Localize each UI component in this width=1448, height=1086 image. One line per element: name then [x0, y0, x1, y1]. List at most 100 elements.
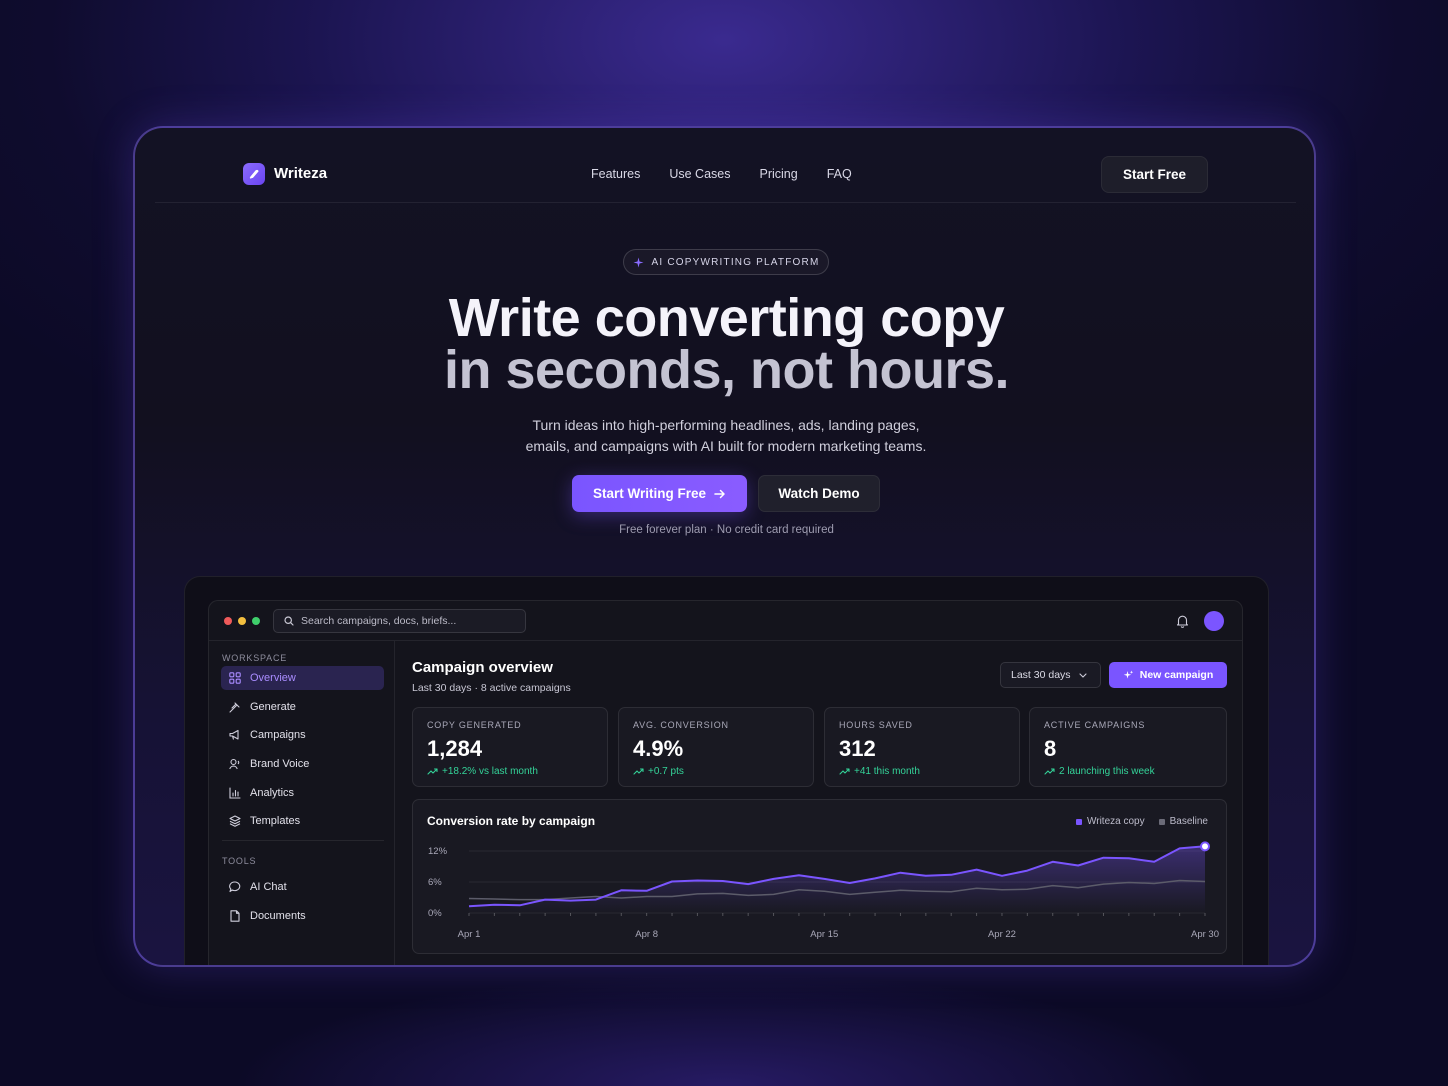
sidebar-item-overview[interactable]: Overview	[221, 666, 384, 690]
sidebar-divider	[222, 840, 384, 841]
hero-badge-label: AI COPYWRITING PLATFORM	[651, 256, 820, 268]
arrow-right-icon	[714, 489, 725, 498]
brand-name[interactable]: Writeza	[274, 165, 327, 182]
stat-label: AVG. CONVERSION	[633, 720, 729, 730]
avatar[interactable]	[1204, 611, 1224, 631]
x-tick-label: Apr 15	[810, 929, 838, 940]
new-campaign-button[interactable]: New campaign	[1109, 662, 1227, 688]
sidebar-item-label: Templates	[250, 815, 301, 827]
search-input[interactable]: Search campaigns, docs, briefs...	[273, 609, 526, 633]
stat-value: 8	[1044, 736, 1057, 761]
nav-links: Features Use Cases Pricing FAQ	[591, 167, 881, 181]
stat-card-hours-saved: HOURS SAVED 312 +41 this month	[824, 707, 1020, 787]
sidebar-item-label: Campaigns	[250, 729, 306, 741]
x-tick-label: Apr 8	[635, 929, 658, 940]
sidebar-item-brand-voice[interactable]: Brand Voice	[221, 752, 384, 776]
conversion-line-chart: 12% 6% 0% Apr 1 Apr 8 Apr 15 Apr 22 Apr 30	[428, 841, 1219, 940]
hero-subtitle: Turn ideas into high-performing headline…	[476, 415, 976, 457]
sidebar-item-analytics[interactable]: Analytics	[221, 781, 384, 805]
search-placeholder: Search campaigns, docs, briefs...	[301, 615, 457, 627]
trend-up-icon	[1044, 768, 1055, 775]
writeza-area	[469, 846, 1205, 913]
document-icon	[230, 910, 240, 922]
y-tick-label: 0%	[428, 908, 442, 919]
sidebar-item-label: Overview	[250, 672, 296, 684]
sidebar-item-templates[interactable]: Templates	[221, 809, 384, 833]
sidebar-item-generate[interactable]: Generate	[221, 695, 384, 719]
stat-delta: 2 launching this week	[1044, 766, 1155, 777]
chevron-down-icon	[1078, 672, 1087, 678]
x-tick-label: Apr 22	[988, 929, 1016, 940]
watch-demo-button[interactable]: Watch Demo	[758, 475, 880, 512]
start-writing-free-label: Start Writing Free	[592, 486, 707, 501]
app-main: Campaign overview Last 30 days · 8 activ…	[396, 641, 1242, 965]
date-range-select[interactable]: Last 30 days	[1000, 662, 1101, 688]
top-nav: Writeza Features Use Cases Pricing FAQ S…	[155, 128, 1296, 203]
chat-icon	[229, 881, 241, 893]
sidebar-item-label: Brand Voice	[250, 758, 310, 770]
conversion-chart-card: Conversion rate by campaign Writeza copy…	[412, 799, 1227, 954]
stat-value: 4.9%	[633, 736, 684, 761]
y-tick-label: 6%	[428, 877, 442, 888]
search-icon	[284, 616, 294, 626]
dashboard-preview: Search campaigns, docs, briefs... WORKSP…	[208, 600, 1243, 965]
window-close-dot[interactable]	[224, 617, 232, 625]
stat-value: 312	[839, 736, 876, 761]
writeza-last-point	[1200, 841, 1210, 852]
sidebar-item-label: AI Chat	[250, 881, 287, 893]
workspace-heading: WORKSPACE	[222, 653, 288, 663]
sparkle-icon	[1123, 670, 1133, 679]
start-writing-free-button[interactable]: Start Writing Free	[572, 475, 747, 512]
stat-delta: +41 this month	[839, 766, 920, 777]
sidebar-item-documents[interactable]: Documents	[221, 904, 384, 928]
sidebar-item-label: Analytics	[250, 787, 295, 799]
nav-link-use-cases[interactable]: Use Cases	[669, 167, 730, 181]
overview-title: Campaign overview	[412, 659, 553, 676]
stat-card-avg-conversion: AVG. CONVERSION 4.9% +0.7 pts	[618, 707, 814, 787]
bell-icon[interactable]	[1176, 614, 1189, 628]
new-campaign-label: New campaign	[1139, 669, 1214, 681]
sidebar-item-label: Documents	[250, 910, 306, 922]
trend-up-icon	[633, 768, 644, 775]
hero-badge: AI COPYWRITING PLATFORM	[623, 249, 829, 275]
stat-label: COPY GENERATED	[427, 720, 522, 730]
sparkle-icon	[633, 257, 643, 267]
megaphone-icon	[229, 729, 239, 740]
hero-subtitle-line-1: Turn ideas into high-performing headline…	[532, 417, 920, 433]
start-free-button[interactable]: Start Free	[1101, 156, 1208, 193]
layers-icon	[229, 815, 241, 827]
stat-delta-text: +0.7 pts	[648, 766, 684, 777]
stat-delta: +0.7 pts	[633, 766, 684, 777]
stat-delta: +18.2% vs last month	[427, 766, 538, 777]
stat-label: HOURS SAVED	[839, 720, 913, 730]
sidebar-item-ai-chat[interactable]: AI Chat	[221, 875, 384, 899]
window-minimize-dot[interactable]	[238, 617, 246, 625]
nav-link-faq[interactable]: FAQ	[827, 167, 852, 181]
bar-chart-icon	[229, 787, 241, 799]
hero-note: Free forever plan · No credit card requi…	[619, 524, 834, 536]
stat-delta-text: +41 this month	[854, 766, 920, 777]
grid-icon	[229, 672, 241, 684]
trend-up-icon	[839, 768, 850, 775]
wand-icon	[229, 702, 240, 713]
nav-link-pricing[interactable]: Pricing	[759, 167, 797, 181]
window-maximize-dot[interactable]	[252, 617, 260, 625]
sidebar-item-campaigns[interactable]: Campaigns	[221, 723, 384, 747]
nav-link-features[interactable]: Features	[591, 167, 640, 181]
stat-card-active-campaigns: ACTIVE CAMPAIGNS 8 2 launching this week	[1029, 707, 1227, 787]
y-tick-label: 12%	[428, 846, 448, 857]
brand-logo-icon[interactable]	[243, 163, 265, 185]
hero-title: Write converting copy in seconds, not ho…	[135, 288, 1314, 400]
stat-card-copy-generated: COPY GENERATED 1,284 +18.2% vs last mont…	[412, 707, 608, 787]
overview-subtitle: Last 30 days · 8 active campaigns	[412, 682, 571, 694]
hero-subtitle-line-2: emails, and campaigns with AI built for …	[525, 438, 927, 454]
trend-up-icon	[427, 768, 438, 775]
tools-heading: TOOLS	[222, 856, 257, 866]
stat-delta-text: +18.2% vs last month	[442, 766, 538, 777]
app-topbar: Search campaigns, docs, briefs...	[209, 601, 1242, 641]
hero-title-line-1: Write converting copy	[448, 288, 1005, 348]
sidebar-item-label: Generate	[250, 701, 296, 713]
stat-delta-text: 2 launching this week	[1059, 766, 1155, 777]
app-sidebar: WORKSPACE Overview Generate Campaigns Br…	[209, 641, 395, 965]
hero-title-line-2: in seconds, not hours.	[443, 340, 1010, 400]
